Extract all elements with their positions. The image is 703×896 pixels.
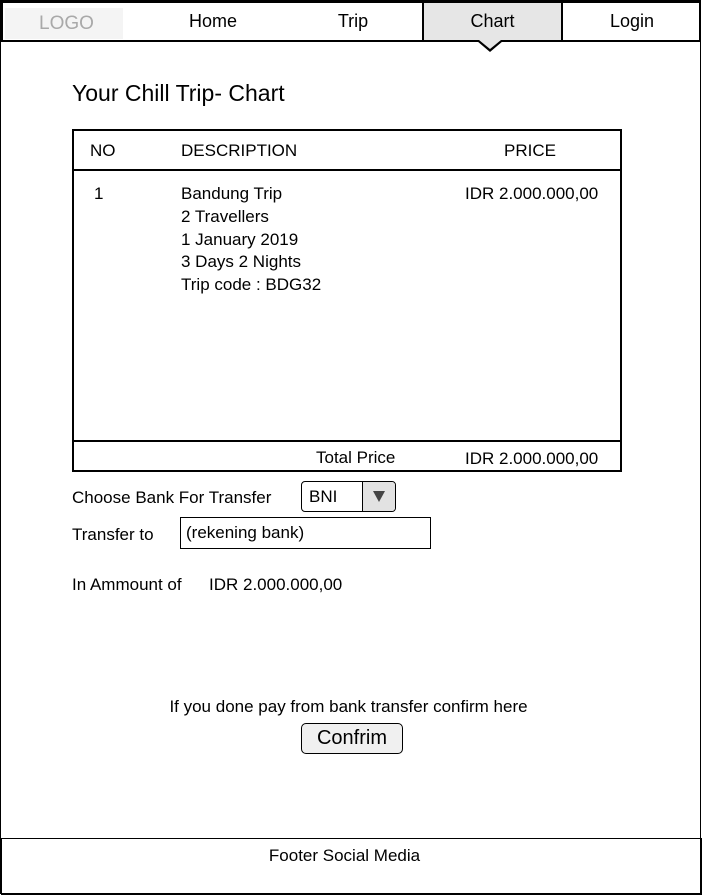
confirm-hint: If you done pay from bank transfer confi… — [169, 697, 528, 716]
header-divider — [74, 169, 620, 171]
nav-item-chart[interactable]: Chart — [422, 3, 563, 40]
total-price-label: Total Price — [316, 448, 396, 467]
amount-label: In Ammount of — [72, 575, 182, 594]
description-line: 1 January 2019 — [181, 229, 299, 249]
transfer-account-input[interactable] — [180, 517, 431, 549]
caret-down-icon — [373, 491, 385, 502]
top-navbar: LOGO Home Trip Chart Login — [1, 1, 701, 42]
description-line: 3 Days 2 Nights — [181, 252, 301, 272]
total-price-value: IDR 2.000.000,00 — [465, 449, 599, 468]
header-no: NO — [90, 141, 116, 160]
nav-item-home[interactable]: Home — [143, 3, 283, 40]
nav-item-trip[interactable]: Trip — [283, 3, 423, 40]
total-divider — [74, 440, 620, 442]
bank-select-value: BNI — [309, 487, 338, 506]
dropdown-button[interactable] — [362, 482, 395, 511]
amount-value: IDR 2.000.000,00 — [209, 575, 343, 594]
description-line: 2 Travellers — [181, 206, 269, 226]
confirm-button[interactable]: Confrim — [301, 723, 403, 754]
header-price: PRICE — [504, 141, 556, 160]
bank-select[interactable]: BNI — [301, 481, 396, 512]
transfer-label: Transfer to — [72, 525, 154, 544]
description-line: Bandung Trip — [181, 184, 283, 203]
row-no: 1 — [94, 184, 104, 203]
row-description: Bandung Trip 2 Travellers 1 January 2019… — [181, 183, 321, 297]
nav-item-login[interactable]: Login — [563, 3, 701, 40]
active-tab-pointer-fill — [479, 40, 501, 49]
footer-text: Footer Social Media — [268, 846, 421, 865]
header-description: DESCRIPTION — [181, 141, 298, 160]
logo[interactable]: LOGO — [5, 8, 123, 39]
footer: Footer Social Media — [1, 838, 702, 895]
bank-label: Choose Bank For Transfer — [72, 488, 272, 507]
page-title: Your Chill Trip- Chart — [72, 80, 285, 106]
description-line: Trip code : BDG32 — [181, 275, 322, 295]
trip-table: NO DESCRIPTION PRICE 1 Bandung Trip 2 Tr… — [72, 129, 622, 472]
row-price: IDR 2.000.000,00 — [465, 184, 599, 203]
